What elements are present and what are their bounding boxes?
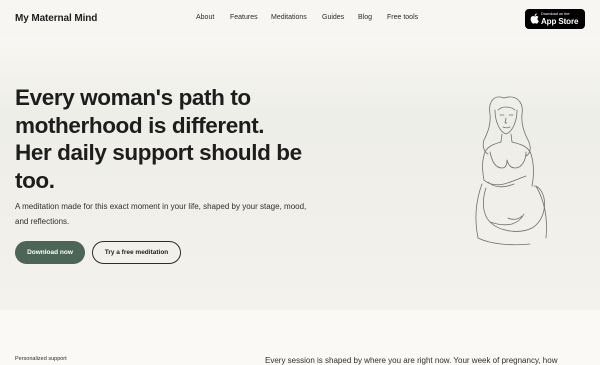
section-text: Every session is shaped by where you are… [265, 356, 558, 365]
download-now-button[interactable]: Download now [15, 241, 85, 264]
headline-line: Every woman's path to [15, 85, 251, 110]
pregnant-woman-illustration [475, 96, 547, 246]
subtext-line: A meditation made for this exact moment … [15, 202, 307, 211]
nav-blog[interactable]: Blog [358, 14, 372, 21]
nav-free-tools[interactable]: Free tools [387, 14, 418, 21]
try-free-meditation-button[interactable]: Try a free meditation [92, 241, 181, 264]
app-store-badge[interactable]: Download on the App Store [525, 9, 585, 29]
nav-meditations[interactable]: Meditations [271, 14, 307, 21]
section-label: Personalized support [15, 356, 67, 362]
headline-line: too. [15, 167, 55, 193]
app-store-small-text: Download on the [541, 12, 570, 16]
nav-about[interactable]: About [196, 14, 214, 21]
subtext-line: and reflections. [15, 217, 70, 226]
hero-subtext: A meditation made for this exact moment … [15, 199, 345, 229]
apple-icon [530, 13, 539, 24]
headline-line: motherhood is different. [15, 112, 265, 138]
hero-headline: Every woman's path to motherhood is diff… [15, 84, 305, 194]
app-store-big-text: App Store [541, 17, 579, 26]
headline-line: Her daily support should be [15, 140, 302, 165]
nav-guides[interactable]: Guides [322, 14, 344, 21]
nav-features[interactable]: Features [230, 14, 258, 21]
main-nav: About Features Meditations Guides Blog F… [0, 14, 600, 26]
site-header: My Maternal Mind About Features Meditati… [0, 0, 600, 37]
